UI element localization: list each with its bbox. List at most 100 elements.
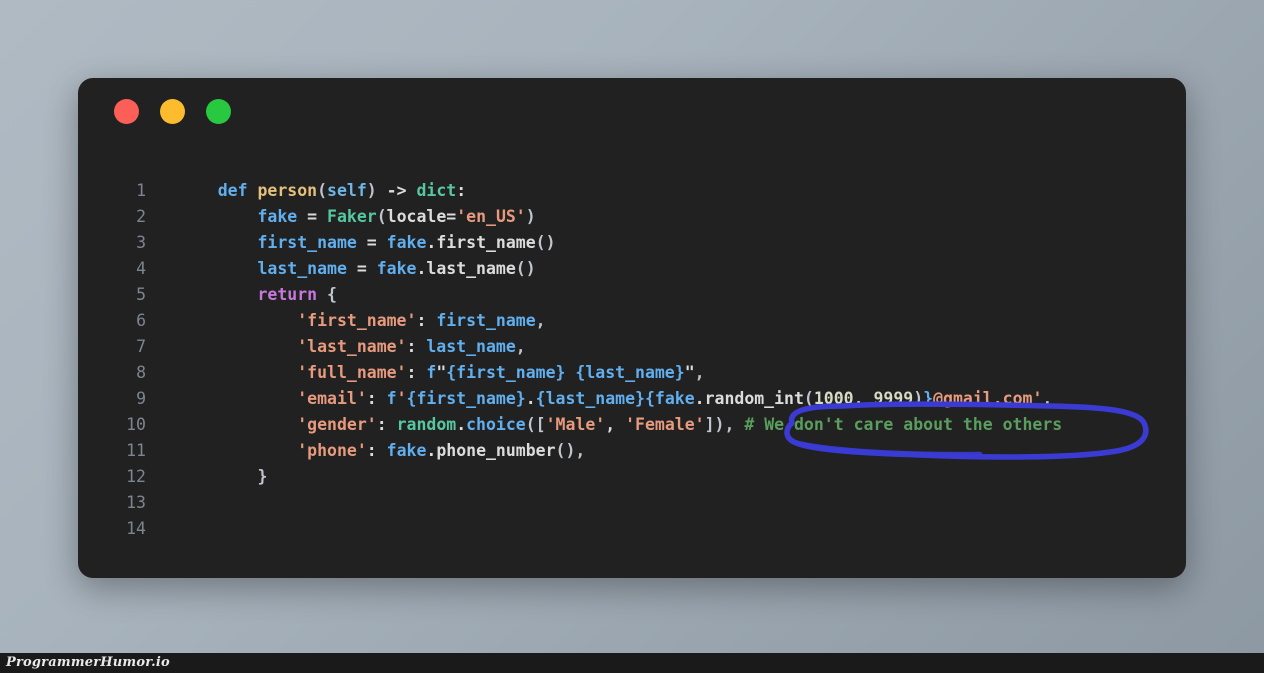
token-variable: last_name — [257, 259, 347, 278]
token-string: 'Female' — [625, 415, 705, 434]
token-paren: ) — [366, 181, 377, 200]
token-method: last_name — [426, 259, 516, 278]
maximize-button[interactable] — [206, 99, 231, 124]
code-line: 8 'full_name': f"{first_name} {last_name… — [78, 360, 1186, 386]
token-fstring-expr: {first_name} — [406, 389, 526, 408]
token-method: phone_number — [436, 441, 556, 460]
token-comma: , — [724, 415, 735, 434]
token-kwarg: locale — [386, 207, 447, 226]
token-dot: . — [525, 389, 536, 408]
code-line: 6 'first_name': first_name, — [78, 308, 1186, 334]
line-code: } — [146, 464, 267, 490]
token-colon: : — [366, 441, 387, 460]
token-paren: ( — [376, 207, 387, 226]
token-operator: = — [346, 259, 377, 278]
token-fstring-expr: {last_name} — [535, 389, 645, 408]
token-number: 1000 — [813, 389, 854, 408]
code-line: 10 'gender': random.choice(['Male', 'Fem… — [78, 412, 1186, 438]
token-colon: : — [366, 389, 387, 408]
code-line: 7 'last_name': last_name, — [78, 334, 1186, 360]
token-string: 'Male' — [545, 415, 606, 434]
token-brace: { — [317, 285, 337, 304]
token-object: fake — [654, 389, 695, 408]
token-fstring-prefix: f — [386, 389, 397, 408]
token-class: Faker — [327, 207, 377, 226]
code-line: 3 first_name = fake.first_name() — [78, 230, 1186, 256]
token-quote: ' — [396, 389, 407, 408]
window-titlebar[interactable] — [78, 78, 1186, 134]
token-method: first_name — [436, 233, 536, 252]
line-number: 13 — [126, 493, 146, 512]
line-code: 'last_name': last_name, — [146, 334, 526, 360]
token-comment: # We don't care about the others — [744, 415, 1063, 434]
token-dot: . — [456, 415, 467, 434]
token-operator: = — [297, 207, 328, 226]
token-colon: : — [376, 415, 397, 434]
token-number: 9999 — [873, 389, 914, 408]
watermark-label: ProgrammerHumor.io — [6, 655, 170, 670]
code-line: 2 fake = Faker(locale='en_US') — [78, 204, 1186, 230]
token-comma: , — [694, 363, 705, 382]
line-code: 'gender': random.choice(['Male', 'Female… — [146, 412, 1062, 438]
line-number: 11 — [126, 441, 146, 460]
token-variable: first_name — [436, 311, 536, 330]
line-number: 5 — [136, 285, 146, 304]
token-variable: fake — [257, 207, 298, 226]
code-line: 9 'email': f'{first_name}.{last_name}{fa… — [78, 386, 1186, 412]
code-line: 5 return { — [78, 282, 1186, 308]
token-paren: ]) — [704, 415, 725, 434]
line-number: 10 — [126, 415, 146, 434]
line-code: last_name = fake.last_name() — [146, 256, 535, 282]
token-dict-key: 'phone' — [297, 441, 367, 460]
line-code: 'phone': fake.phone_number(), — [146, 438, 585, 464]
token-quote: ' — [1032, 389, 1043, 408]
token-dot: . — [416, 259, 427, 278]
code-line: 1 def person(self) -> dict: — [78, 178, 1186, 204]
token-comma: , — [575, 441, 586, 460]
token-object: fake — [386, 233, 427, 252]
token-string: @gmail.com — [933, 389, 1033, 408]
token-dot: . — [426, 233, 437, 252]
token-comma: , — [853, 389, 874, 408]
token-colon: : — [416, 311, 437, 330]
token-variable: last_name — [426, 337, 516, 356]
close-button[interactable] — [114, 99, 139, 124]
code-line: 4 last_name = fake.last_name() — [78, 256, 1186, 282]
token-paren: ( — [803, 389, 814, 408]
code-line: 12 } — [78, 464, 1186, 490]
line-number: 12 — [126, 467, 146, 486]
token-comma: , — [1042, 389, 1053, 408]
window-controls — [114, 99, 231, 124]
token-string: 'en_US' — [456, 207, 526, 226]
token-comma: , — [535, 311, 546, 330]
minimize-button[interactable] — [160, 99, 185, 124]
token-comma: , — [605, 415, 626, 434]
token-operator: = — [356, 233, 387, 252]
line-number: 4 — [136, 259, 146, 278]
token-keyword-return: return — [257, 285, 318, 304]
token-paren: ( — [317, 181, 328, 200]
token-colon: : — [406, 363, 427, 382]
line-number: 3 — [136, 233, 146, 252]
token-dot: . — [426, 441, 437, 460]
token-dict-key: 'first_name' — [297, 311, 417, 330]
line-code: 'email': f'{first_name}.{last_name}{fake… — [146, 386, 1052, 412]
code-editor-window: 1 def person(self) -> dict: 2 fake = Fak… — [78, 78, 1186, 578]
line-number: 2 — [136, 207, 146, 226]
token-dict-key: 'email' — [297, 389, 367, 408]
token-dot: . — [694, 389, 705, 408]
token-fstring-prefix: f — [426, 363, 437, 382]
line-code: 'first_name': first_name, — [146, 308, 546, 334]
screenshot-root: 1 def person(self) -> dict: 2 fake = Fak… — [0, 0, 1264, 673]
code-line: 11 'phone': fake.phone_number(), — [78, 438, 1186, 464]
line-number: 9 — [136, 389, 146, 408]
code-content[interactable]: 1 def person(self) -> dict: 2 fake = Fak… — [78, 178, 1186, 542]
token-variable: first_name — [257, 233, 357, 252]
line-number: 7 — [136, 337, 146, 356]
line-number: 6 — [136, 311, 146, 330]
token-comma: , — [515, 337, 526, 356]
token-arrow: -> — [376, 181, 417, 200]
